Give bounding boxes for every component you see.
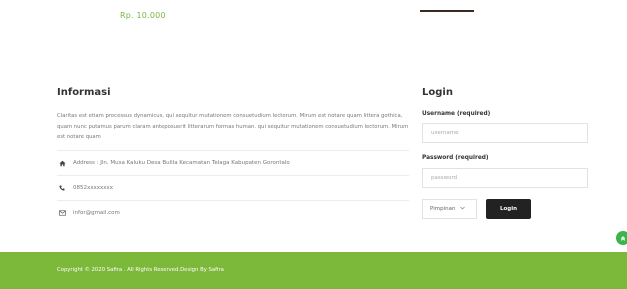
- contact-phone-text: 0852xxxxxxxx: [73, 185, 114, 191]
- scroll-top-button[interactable]: [616, 231, 627, 245]
- login-title: Login: [422, 87, 453, 98]
- username-input[interactable]: [422, 123, 588, 143]
- chevron-down-icon: [460, 206, 466, 212]
- informasi-title: Informasi: [57, 87, 111, 98]
- username-label: Username (required): [422, 111, 491, 117]
- contact-address-text: Address : Jln. Musa Kaluku Desa Bulila K…: [73, 160, 290, 166]
- role-select[interactable]: Pimpinan: [422, 199, 477, 219]
- phone-icon: [57, 185, 67, 191]
- password-label: Password (required): [422, 155, 489, 161]
- contact-address: Address : Jln. Musa Kaluku Desa Bulila K…: [57, 150, 409, 175]
- product-price: Rp. 10.000: [120, 11, 166, 20]
- home-icon: [57, 160, 67, 167]
- contact-phone: 0852xxxxxxxx: [57, 175, 409, 200]
- role-select-value: Pimpinan: [430, 206, 456, 212]
- footer: Copyright © 2020 Safira . All Rights Res…: [0, 252, 627, 289]
- contact-email-text: infor@gmail.com: [73, 210, 120, 216]
- product-image[interactable]: [420, 10, 474, 12]
- informasi-description: Claritas est etiam processus dynamicus, …: [57, 113, 409, 140]
- chevron-up-icon: [620, 235, 626, 241]
- mail-icon: [57, 210, 67, 216]
- copyright-text: Copyright © 2020 Safira . All Rights Res…: [57, 267, 224, 273]
- contact-email: infor@gmail.com: [57, 200, 409, 225]
- password-input[interactable]: [422, 168, 588, 188]
- login-button[interactable]: Login: [486, 199, 531, 219]
